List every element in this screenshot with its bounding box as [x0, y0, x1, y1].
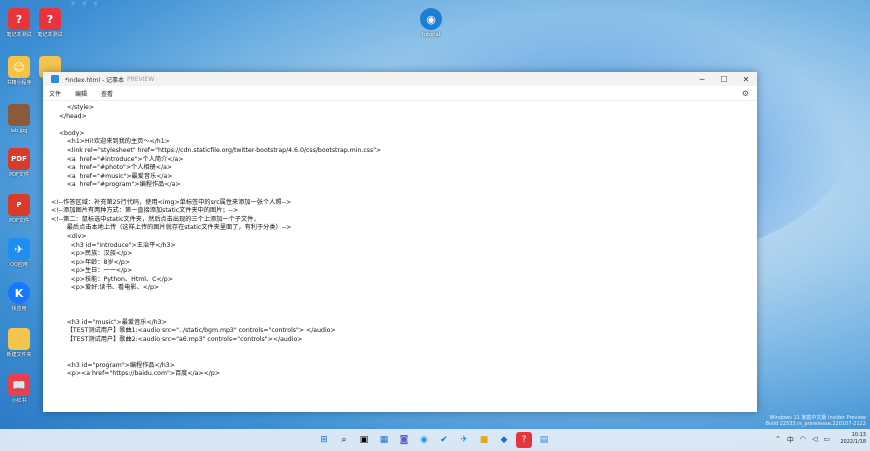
app2-icon: ?: [39, 8, 61, 30]
window-title: *index.html - 记事本: [65, 76, 124, 84]
desktop-icon-app2[interactable]: ? 笔记本测试: [33, 8, 67, 38]
desktop-icon-thinkpad[interactable]: ◉ tutorial: [414, 8, 448, 38]
qq-icon: ✈: [8, 238, 30, 260]
window-titlebar[interactable]: *index.html - 记事本 PREVIEW ─ ☐ ✕: [43, 72, 757, 86]
menu-bar: 文件 编辑 查看: [43, 86, 757, 101]
editor-line: <link rel="stylesheet" href="https://cdn…: [51, 146, 382, 154]
desktop-icon-pdf2[interactable]: P PDF文件: [2, 194, 36, 224]
maximize-button[interactable]: ☐: [713, 72, 735, 86]
desktop-icon-redbook[interactable]: 📖 小红书: [2, 374, 36, 404]
menu-file[interactable]: 文件: [49, 89, 61, 98]
book-icon: 📖: [8, 374, 30, 396]
desktop-icon-app4[interactable]: ☺ 书籍小程序: [2, 56, 36, 86]
editor-line: </style>: [51, 104, 95, 111]
task-view-icon[interactable]: ▣: [356, 432, 372, 448]
store-icon[interactable]: ◆: [496, 432, 512, 448]
editor-line: <h1>Hi!欢迎来到我的主页～</h1>: [51, 138, 170, 146]
battery-icon[interactable]: ▭: [823, 435, 830, 445]
browser-icon: ◉: [420, 8, 442, 30]
editor-line: 【TEST测试用户】歌曲2:<audio src="a6.mp3" contro…: [51, 336, 303, 344]
edge-icon[interactable]: ◉: [416, 432, 432, 448]
editor-line: <a href="#photo">个人相册</a>: [51, 164, 173, 172]
notepad-taskbar-icon[interactable]: ▤: [536, 432, 552, 448]
pdf-icon: PDF: [8, 148, 30, 170]
window-controls: ─ ☐ ✕: [691, 72, 757, 86]
editor-line: <p>爱好:读书、看电影、</p>: [51, 284, 160, 292]
desktop-icon-app1[interactable]: ? 笔记本测试: [2, 8, 36, 38]
text-editor[interactable]: </style> </head> <body> <h1>Hi!欢迎来到我的主页～…: [43, 102, 757, 412]
desktop-icon-kapp[interactable]: K 快应用: [2, 282, 36, 312]
editor-line: <div>: [51, 232, 87, 240]
minimize-button[interactable]: ─: [691, 72, 713, 86]
desktop-icon-pdf1[interactable]: PDF PDF文件: [2, 148, 36, 178]
chevron-up-icon[interactable]: ⌃: [775, 435, 781, 445]
cat-icon: ☺: [8, 56, 30, 78]
volume-icon[interactable]: ◁: [812, 435, 817, 445]
desktop-icon-folder[interactable]: 新建文件夹: [2, 328, 36, 358]
taskbar-icons: ⊞ ⌕ ▣ ▦ ◙ ◉ ✔ ✈ ■ ◆ ? ▤: [316, 432, 556, 448]
notepad-window[interactable]: *index.html - 记事本 PREVIEW ─ ☐ ✕ 文件 编辑 查看…: [43, 72, 757, 412]
system-tray: ⌃ 中 ◠ ◁ ▭: [775, 435, 830, 445]
image-icon: [8, 104, 30, 126]
window-title-suffix: PREVIEW: [126, 75, 155, 83]
k-icon: K: [8, 282, 30, 304]
desktop-icon-img[interactable]: lab.jpg: [2, 104, 36, 134]
pdf-icon: P: [8, 194, 30, 216]
chat-icon[interactable]: ◙: [396, 432, 412, 448]
qq-taskbar-icon[interactable]: ✈: [456, 432, 472, 448]
check-icon[interactable]: ✔: [436, 432, 452, 448]
lang-icon[interactable]: 中: [787, 435, 794, 445]
wifi-icon[interactable]: ◠: [800, 435, 806, 445]
app1-icon: ?: [8, 8, 30, 30]
editor-line: <p>生日：一一</p>: [51, 267, 133, 275]
editor-line: <p><a href="https://baidu.com">百度</a></p…: [51, 370, 220, 378]
editor-line: <!--添加图片有两种方式：第一直接添加static文件夹中的图片；-->: [51, 207, 239, 215]
editor-line: </head>: [51, 112, 87, 120]
search-icon[interactable]: ⌕: [336, 432, 352, 448]
close-button[interactable]: ✕: [735, 72, 757, 86]
taskbar: ⊞ ⌕ ▣ ▦ ◙ ◉ ✔ ✈ ■ ◆ ? ▤ ⌃ 中 ◠ ◁ ▭ 10:13 …: [0, 429, 870, 451]
menu-view[interactable]: 查看: [101, 89, 113, 98]
menu-edit[interactable]: 编辑: [75, 89, 87, 98]
editor-line: <p>年龄：8岁</p>: [51, 258, 131, 266]
widgets-icon[interactable]: ▦: [376, 432, 392, 448]
top-faded-text: ⚡ ⚡ ⚡: [70, 0, 100, 10]
editor-line: <a href="#introduce">个人简介</a>: [51, 155, 184, 163]
notepad-icon: [51, 75, 59, 83]
editor-line: 最后点击本地上传（这样上传的图片就存在static文件夹里面了，有利于分类）--…: [51, 224, 292, 232]
clock-time: 10:13: [851, 432, 866, 438]
editor-line: <a href="#program">编程作品</a>: [51, 181, 181, 189]
red-app-icon[interactable]: ?: [516, 432, 532, 448]
editor-line: 【TEST测试用户】歌曲1:<audio src="../static/bgm.…: [51, 327, 336, 335]
settings-gear-icon[interactable]: ⚙: [742, 89, 749, 98]
explorer-icon[interactable]: ■: [476, 432, 492, 448]
desktop-icon-qq[interactable]: ✈ QQ应用: [2, 238, 36, 268]
editor-line: <!--作答区域：补充第25行代码，使用<img>单标签中的src属性来添加一张…: [51, 198, 292, 206]
windows-watermark: Windows 11 家庭中文版 Insider Preview Build 2…: [765, 415, 866, 427]
clock[interactable]: 10:13 2022/1/18: [840, 432, 866, 446]
folder-icon: [8, 328, 30, 350]
clock-date: 2022/1/18: [840, 439, 866, 445]
editor-line: <h3 id="introduce">王治平</h3>: [51, 241, 176, 249]
start-icon[interactable]: ⊞: [316, 432, 332, 448]
editor-line: <p>民族：汉族</p>: [51, 250, 133, 258]
